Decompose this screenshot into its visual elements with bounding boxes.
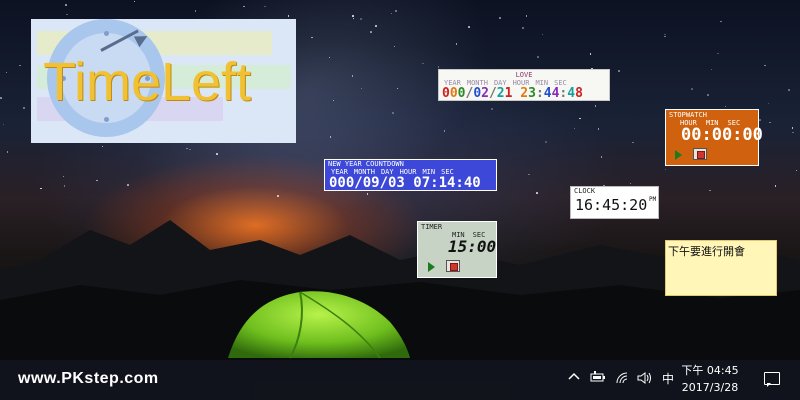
new-year-countdown-value: 000/09/03 07:14:40 xyxy=(329,175,481,191)
action-center-icon[interactable] xyxy=(764,372,780,387)
love-countdown-value: 000/02/21 23:44:48 xyxy=(442,86,583,101)
widget-title: CLOCK xyxy=(574,187,596,195)
new-year-countdown-widget[interactable]: NEW YEAR COUNTDOWN YEAR MONTH DAY HOUR MIN SE… xyxy=(324,159,497,191)
timer-value: 15:00 xyxy=(448,237,497,256)
note-text: 下午要進行開會 xyxy=(668,245,745,258)
clock-tick xyxy=(104,117,109,122)
battery-icon[interactable] xyxy=(590,371,606,388)
widget-title: LOVE xyxy=(515,71,533,79)
stop-button[interactable] xyxy=(693,148,707,160)
widget-title: STOPWATCH xyxy=(669,111,707,119)
chevron-up-icon[interactable] xyxy=(568,371,580,388)
ime-indicator[interactable]: 中 xyxy=(662,371,674,387)
stopwatch-widget[interactable]: STOPWATCH HOUR MIN SEC 00:00:00 xyxy=(665,109,763,166)
sticky-note[interactable]: 下午要進行開會 xyxy=(665,240,777,296)
timeleft-logo: TimeLeft xyxy=(31,19,296,143)
love-countdown-widget[interactable]: LOVE YEAR MONTH DAY HOUR MIN SEC 000/02/21 23… xyxy=(438,69,610,101)
stopwatch-value: 00:00:00 xyxy=(681,125,763,145)
wifi-icon[interactable] xyxy=(615,371,631,390)
timer-widget[interactable]: TIMER MIN SEC 15:00 xyxy=(417,221,497,278)
clock-widget[interactable]: CLOCK 16:45:20 PM xyxy=(570,186,659,219)
clock-ampm: PM xyxy=(649,196,657,203)
site-watermark: www.PKstep.com xyxy=(18,370,159,387)
clock-value: 16:45:20 xyxy=(575,196,648,214)
taskbar-time: 下午 04:45 xyxy=(681,364,739,377)
logo-text: TimeLeft xyxy=(43,52,252,112)
widget-title: TIMER xyxy=(421,223,443,231)
taskbar: www.PKstep.com 中 下午 04:45 2017/3/28 xyxy=(0,360,800,400)
taskbar-clock[interactable]: 下午 04:45 2017/3/28 xyxy=(680,362,740,396)
clock-tick xyxy=(104,31,109,36)
play-icon[interactable] xyxy=(675,150,682,160)
play-icon[interactable] xyxy=(428,262,435,272)
speaker-icon[interactable] xyxy=(637,371,653,390)
stop-button[interactable] xyxy=(446,260,460,272)
widget-title: NEW YEAR COUNTDOWN xyxy=(328,160,404,168)
taskbar-date: 2017/3/28 xyxy=(681,381,739,394)
